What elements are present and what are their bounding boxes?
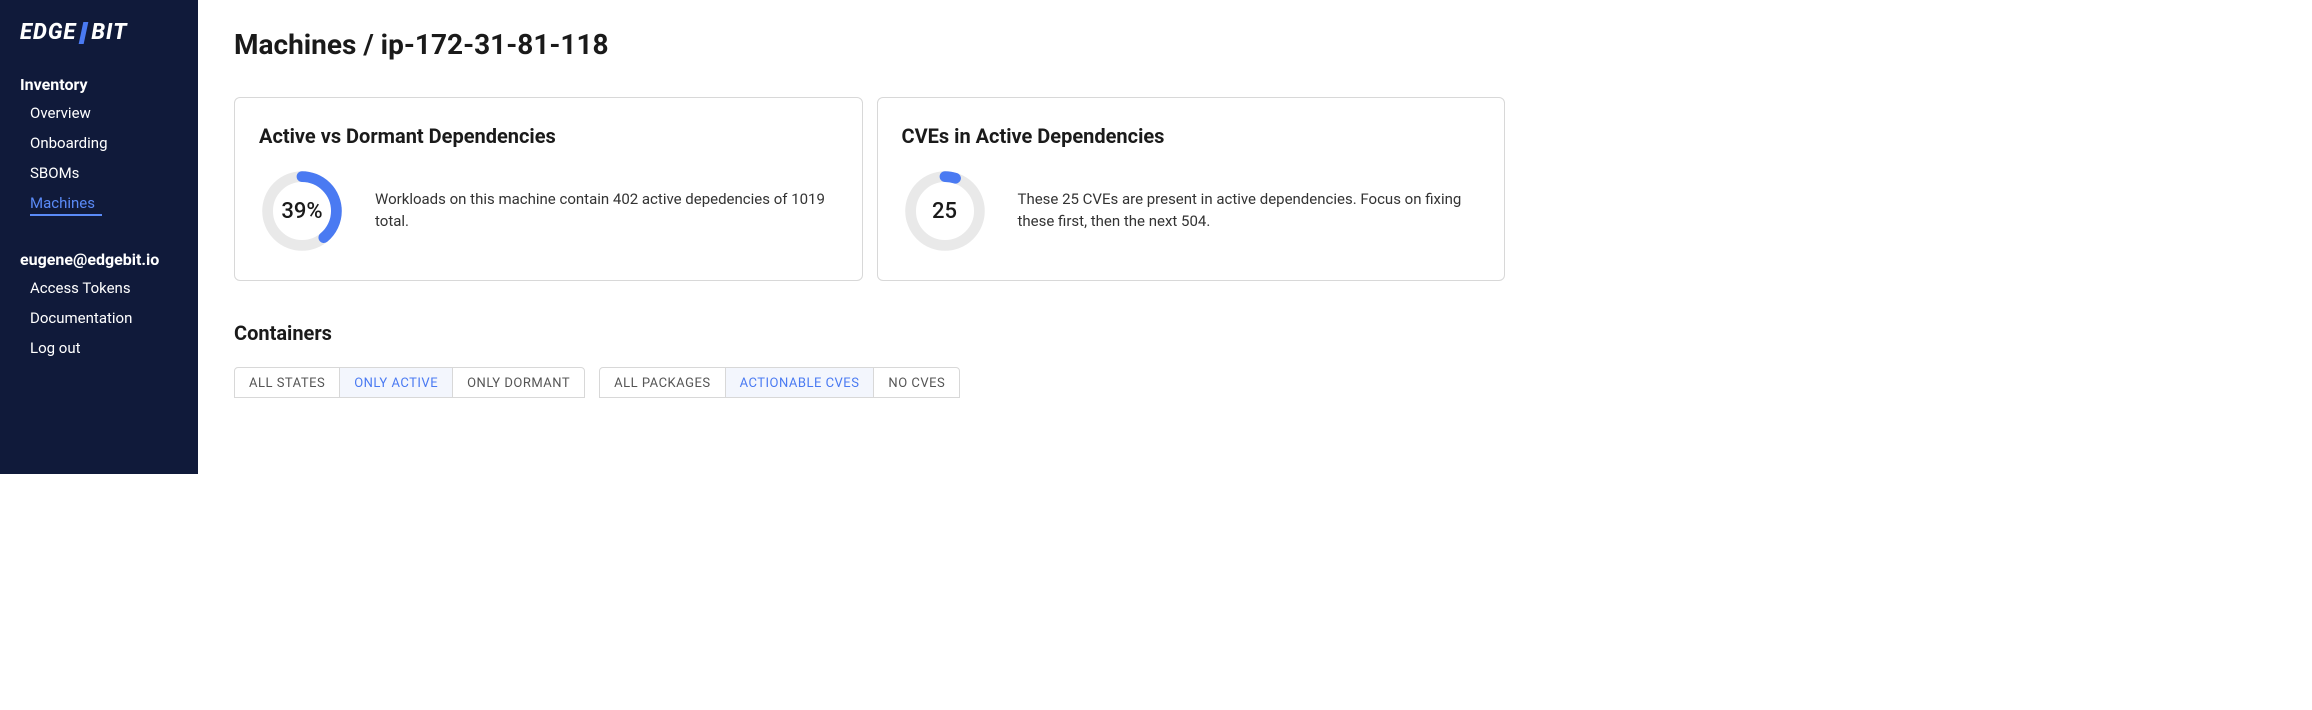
- nav-item-access-tokens[interactable]: Access Tokens: [0, 273, 198, 303]
- filter-all-packages[interactable]: ALL PACKAGES: [600, 368, 725, 397]
- nav-item-machines-label: Machines: [30, 194, 95, 212]
- donut-active-dormant: 39%: [259, 168, 345, 254]
- nav-section-user: eugene@edgebit.io: [0, 246, 198, 273]
- filter-group-packages: ALL PACKAGES ACTIONABLE CVES NO CVES: [599, 367, 960, 398]
- summary-cards: Active vs Dormant Dependencies 39% Workl…: [234, 97, 1505, 281]
- nav-item-sboms[interactable]: SBOMs: [0, 158, 198, 188]
- section-containers-title: Containers: [234, 321, 1505, 345]
- logo-slash-icon: [79, 22, 89, 44]
- nav-section-inventory: Inventory: [0, 71, 198, 98]
- logo-right: BIT: [91, 20, 127, 45]
- logo-left: EDGE: [20, 20, 76, 45]
- donut-cves: 25: [902, 168, 988, 254]
- nav-item-machines[interactable]: Machines: [0, 188, 198, 222]
- filter-all-states[interactable]: ALL STATES: [235, 368, 340, 397]
- nav-item-logout[interactable]: Log out: [0, 333, 198, 363]
- donut-label-cves: 25: [902, 168, 988, 254]
- card-cves-text: These 25 CVEs are present in active depe…: [1018, 189, 1481, 233]
- donut-label-deps: 39%: [259, 168, 345, 254]
- filter-no-cves[interactable]: NO CVES: [874, 368, 959, 397]
- card-cves-title: CVEs in Active Dependencies: [902, 124, 1481, 148]
- nav-item-onboarding[interactable]: Onboarding: [0, 128, 198, 158]
- filters-row: ALL STATES ONLY ACTIVE ONLY DORMANT ALL …: [234, 367, 1505, 398]
- active-underline: [30, 214, 102, 216]
- nav-item-documentation[interactable]: Documentation: [0, 303, 198, 333]
- filter-only-active[interactable]: ONLY ACTIVE: [340, 368, 453, 397]
- logo: EDGE BIT: [0, 20, 198, 71]
- filter-actionable-cves[interactable]: ACTIONABLE CVES: [726, 368, 875, 397]
- breadcrumb: Machines / ip-172-31-81-118: [234, 28, 1505, 61]
- card-cves: CVEs in Active Dependencies 25 These 25 …: [877, 97, 1506, 281]
- card-active-dormant: Active vs Dormant Dependencies 39% Workl…: [234, 97, 863, 281]
- card-active-dormant-text: Workloads on this machine contain 402 ac…: [375, 189, 838, 233]
- filter-group-states: ALL STATES ONLY ACTIVE ONLY DORMANT: [234, 367, 585, 398]
- sidebar: EDGE BIT Inventory Overview Onboarding S…: [0, 0, 198, 474]
- main: Machines / ip-172-31-81-118 Active vs Do…: [198, 0, 1541, 474]
- card-active-dormant-title: Active vs Dormant Dependencies: [259, 124, 838, 148]
- filter-only-dormant[interactable]: ONLY DORMANT: [453, 368, 584, 397]
- nav-item-overview[interactable]: Overview: [0, 98, 198, 128]
